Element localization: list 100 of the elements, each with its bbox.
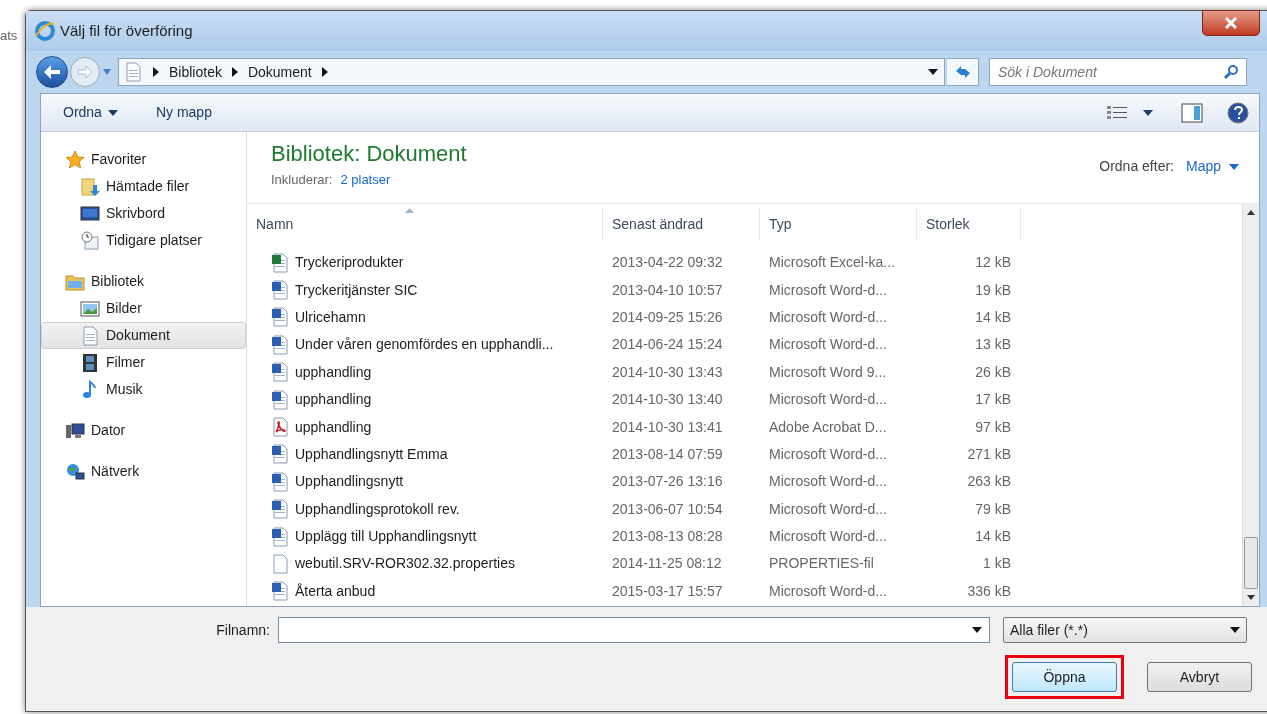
dropdown-caret-icon[interactable] xyxy=(1143,109,1153,116)
file-size: 97 kB xyxy=(974,417,1012,437)
file-row[interactable]: Upphandlingsprotokoll rev. 2013-06-07 10:54 Microsoft Word-d... 79 kB xyxy=(247,495,1242,523)
file-size: 263 kB xyxy=(966,472,1012,492)
file-type: Microsoft Word-d... xyxy=(768,472,888,492)
file-row[interactable]: Tryckeriprodukter 2013-04-22 09:32 Microsoft Excel-ka... 12 kB xyxy=(247,249,1242,277)
modified-date: 2014-09-25 15:26 xyxy=(611,307,724,327)
vertical-scrollbar[interactable] xyxy=(1242,204,1259,606)
file-row[interactable]: Återta anbud 2015-03-17 15:57 Microsoft Word-d... 336 kB xyxy=(247,577,1242,606)
file-size: 17 kB xyxy=(974,390,1012,410)
sort-dropdown[interactable]: Mapp xyxy=(1185,156,1239,177)
file-row[interactable]: Upphandlingsnytt 2013-07-26 13:16 Microsoft Word-d... 263 kB xyxy=(247,468,1242,496)
desktop-icon xyxy=(80,203,100,224)
file-name: Ulricehamn xyxy=(295,307,366,327)
nav-item[interactable]: Musik xyxy=(41,376,246,403)
download-folder-icon xyxy=(80,176,100,197)
star-icon xyxy=(65,149,85,170)
nav-group[interactable]: Favoriter xyxy=(41,146,246,173)
file-row[interactable]: upphandling 2014-10-30 13:41 Adobe Acrobat D... 97 kB xyxy=(247,413,1242,441)
nav-item[interactable]: Skrivbord xyxy=(41,200,246,227)
file-type: Microsoft Word-d... xyxy=(768,390,888,410)
document-icon xyxy=(123,62,143,82)
browser-logo-icon xyxy=(34,20,56,42)
modified-date: 2013-06-07 10:54 xyxy=(611,499,724,519)
back-arrow-icon xyxy=(43,64,61,80)
column-header[interactable]: Senast ändrad xyxy=(603,208,760,240)
sort-label: Ordna efter: xyxy=(1099,157,1174,176)
file-type: Microsoft Excel-ka... xyxy=(768,253,897,273)
file-size: 26 kB xyxy=(974,362,1012,382)
breadcrumb-item[interactable]: Bibliotek xyxy=(169,61,222,83)
file-type-dropdown[interactable]: Alla filer (*.*) xyxy=(1003,617,1247,643)
back-button[interactable] xyxy=(36,56,68,88)
file-row[interactable]: Upplägg till Upphandlingsnytt 2013-08-13 08:28 Microsoft Word-d... 14 kB xyxy=(247,522,1242,551)
filename-field[interactable] xyxy=(278,617,990,643)
modified-date: 2014-11-25 08:12 xyxy=(611,554,723,574)
breadcrumb-arrow-icon xyxy=(321,67,328,77)
view-options-icon[interactable] xyxy=(1107,104,1129,121)
file-type: Microsoft Word-d... xyxy=(768,307,888,327)
document-file-icon xyxy=(271,499,289,520)
toolbar-button[interactable]: Ny mapp xyxy=(143,102,224,123)
file-name: Upphandlingsprotokoll rev. xyxy=(295,499,460,519)
document-file-icon xyxy=(271,389,289,410)
pdf-file-icon xyxy=(271,417,289,438)
file-type: Microsoft Word-d... xyxy=(768,280,888,300)
file-size: 13 kB xyxy=(974,335,1012,355)
modified-date: 2014-10-30 13:41 xyxy=(611,417,724,437)
preview-pane-icon[interactable] xyxy=(1181,102,1203,123)
help-icon[interactable] xyxy=(1227,101,1249,124)
file-name: webutil.SRV-ROR302.32.properties xyxy=(295,554,515,574)
network-icon xyxy=(65,461,85,482)
file-row[interactable]: Upphandlingsnytt Emma 2013-08-14 07:59 Microsoft Word-d... 271 kB xyxy=(247,440,1242,469)
nav-item[interactable]: Dokument xyxy=(41,322,246,349)
dialog-button[interactable]: Öppna xyxy=(1012,662,1117,692)
film-icon xyxy=(80,352,100,373)
file-row[interactable]: Ulricehamn 2014-09-25 15:26 Microsoft Word-d... 14 kB xyxy=(247,303,1242,332)
document-file-icon xyxy=(271,444,289,465)
file-row[interactable]: webutil.SRV-ROR302.32.properties 2014-11-25 08:12 PROPERTIES-fil 1 kB xyxy=(247,550,1242,578)
address-bar[interactable]: Bibliotek Dokument xyxy=(118,58,945,86)
file-row[interactable]: upphandling 2014-10-30 13:40 Microsoft Word-d... 17 kB xyxy=(247,385,1242,414)
nav-group[interactable]: Nätverk xyxy=(41,458,246,485)
file-name: Upphandlingsnytt Emma xyxy=(295,444,448,464)
file-size: 14 kB xyxy=(974,307,1012,327)
document-file-icon xyxy=(271,280,289,301)
computer-icon xyxy=(65,420,85,441)
nav-item[interactable]: Tidigare platser xyxy=(41,227,246,254)
modified-date: 2013-08-14 07:59 xyxy=(611,444,724,464)
scrollbar-thumb[interactable] xyxy=(1244,537,1258,589)
nav-item[interactable]: Filmer xyxy=(41,349,246,376)
dialog-button[interactable]: Avbryt xyxy=(1147,662,1252,692)
locations-link[interactable]: 2 platser xyxy=(340,170,391,190)
close-icon xyxy=(1225,17,1237,29)
search-field[interactable]: Sök i Dokument xyxy=(989,58,1247,86)
file-name: upphandling xyxy=(295,417,372,437)
file-row[interactable]: Under våren genomfördes en upphandli... 2014-06-24 15:24 Microsoft Word-d... 13 kB xyxy=(247,331,1242,359)
close-button[interactable] xyxy=(1202,10,1260,36)
dropdown-caret-icon xyxy=(1229,163,1239,170)
column-header[interactable]: Typ xyxy=(760,208,917,240)
nav-item[interactable]: Bilder xyxy=(41,295,246,322)
column-header[interactable]: Storlek xyxy=(917,208,1021,240)
file-type: Microsoft Word-d... xyxy=(768,499,888,519)
column-header[interactable]: Namn xyxy=(247,208,603,240)
file-name: upphandling xyxy=(295,390,372,410)
dropdown-caret-icon[interactable] xyxy=(972,627,982,633)
nav-group[interactable]: Bibliotek xyxy=(41,268,246,295)
dropdown-caret-icon[interactable] xyxy=(928,69,938,75)
nav-item[interactable]: Hämtade filer xyxy=(41,173,246,200)
breadcrumb-item[interactable]: Dokument xyxy=(247,61,312,83)
modified-date: 2013-04-22 09:32 xyxy=(611,253,724,273)
file-type: Microsoft Word-d... xyxy=(768,581,888,601)
modified-date: 2014-10-30 13:43 xyxy=(611,362,724,382)
refresh-button[interactable] xyxy=(947,58,979,86)
scroll-up-icon xyxy=(1247,210,1255,215)
search-icon xyxy=(1223,64,1239,80)
nav-group[interactable]: Dator xyxy=(41,417,246,444)
library-title: Bibliotek: Dokument xyxy=(271,140,467,168)
toolbar-button[interactable]: Ordna xyxy=(51,102,130,123)
breadcrumb-arrow-icon xyxy=(231,67,238,77)
file-row[interactable]: Tryckeritjänster SIC 2013-04-10 10:57 Microsoft Word-d... 19 kB xyxy=(247,276,1242,304)
file-size: 19 kB xyxy=(974,280,1012,300)
file-row[interactable]: upphandling 2014-10-30 13:43 Microsoft Word 9... 26 kB xyxy=(247,358,1242,386)
